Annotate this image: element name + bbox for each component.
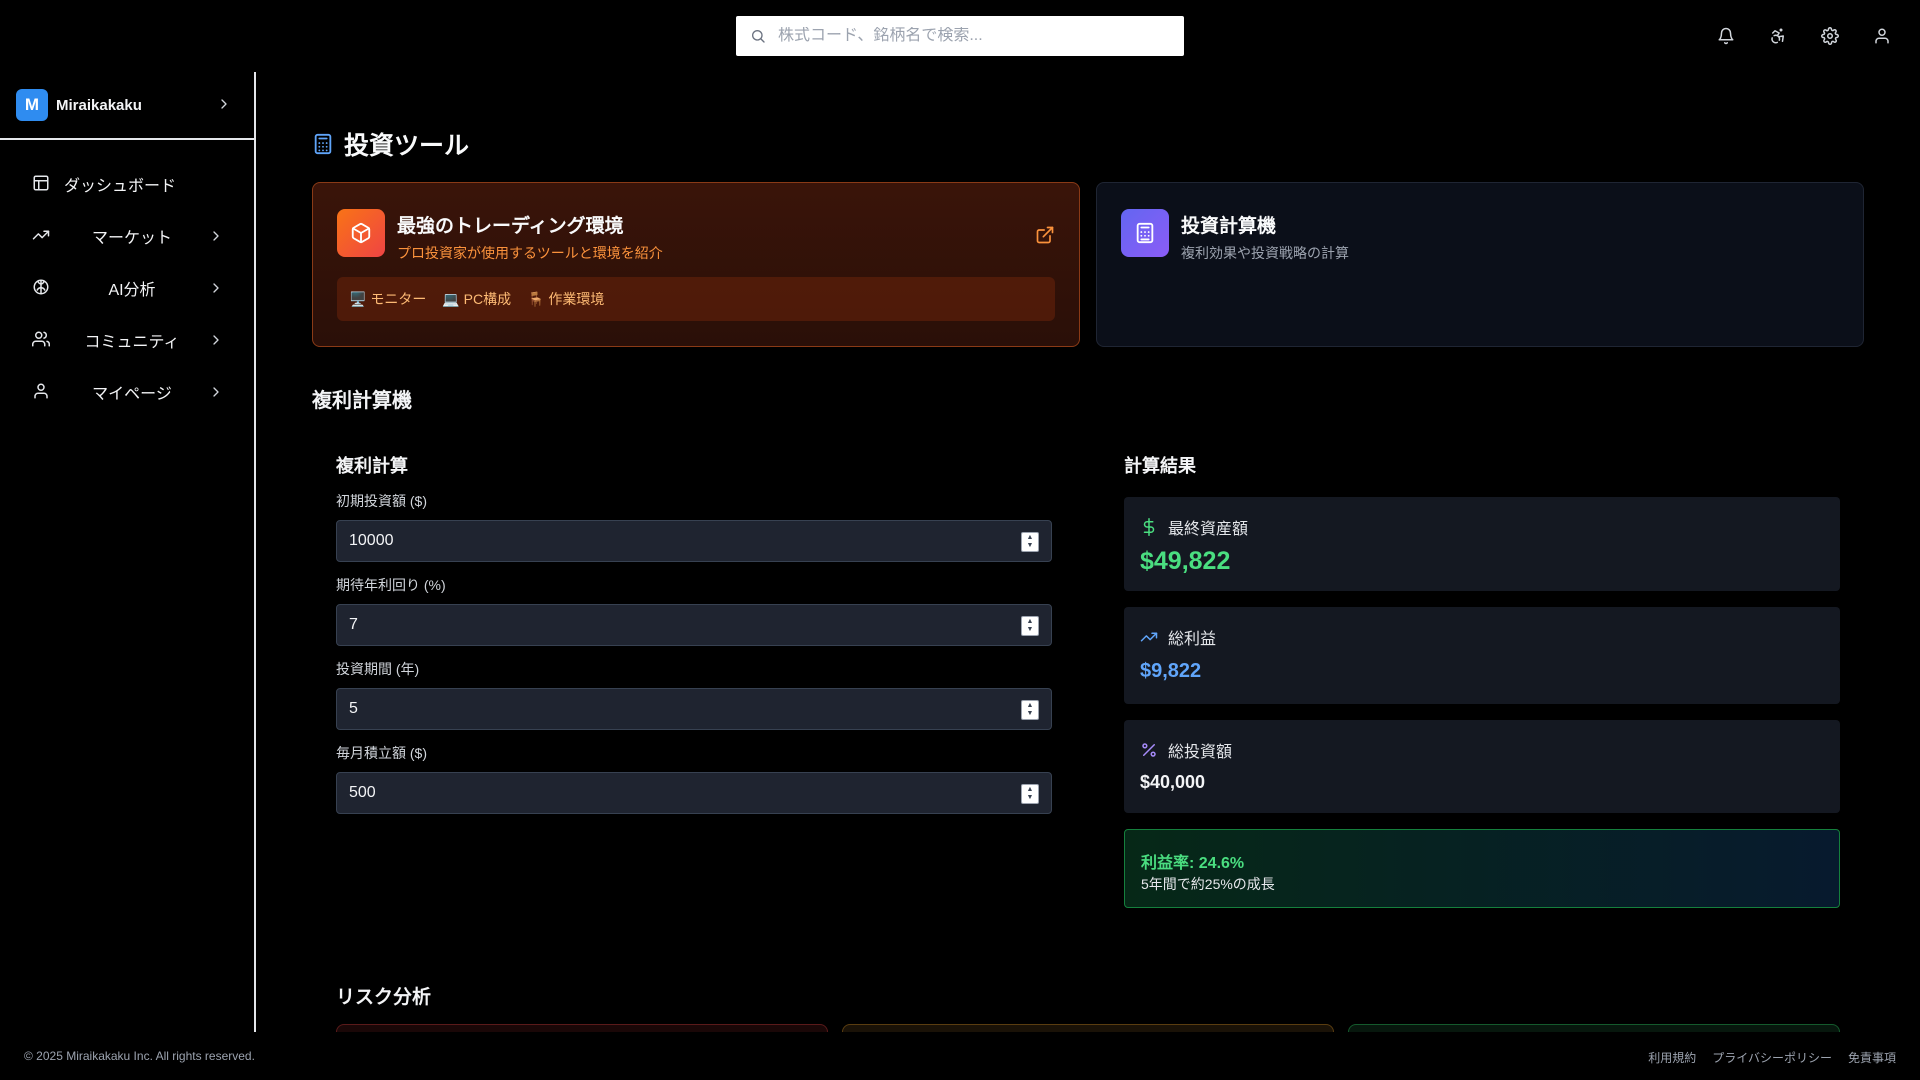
tag-workspace: 🪑 作業環境 xyxy=(527,291,605,307)
trending-up-icon xyxy=(32,226,50,244)
card-subtitle: 複利効果や投資戦略の計算 xyxy=(1181,245,1349,261)
total-profit-box: 総利益 $9,822 xyxy=(1124,607,1840,704)
footer: © 2025 Miraikakaku Inc. All rights reser… xyxy=(0,1032,1920,1080)
sidebar-item-dashboard[interactable]: ダッシュボード xyxy=(0,158,254,210)
initial-investment-label: 初期投資額 ($) xyxy=(336,493,427,509)
footer-links: 利用規約 プライバシーポリシー 免責事項 xyxy=(1648,1049,1896,1066)
sidebar-item-label: AI分析 xyxy=(108,282,156,299)
compound-form: 複利計算 初期投資額 ($) ▲▼ 期待年利回り (%) ▲▼ 投資期間 (年)… xyxy=(336,452,1052,814)
risk-card-high xyxy=(336,1024,828,1032)
result-label: 最終資産額 xyxy=(1168,521,1249,538)
search-input[interactable] xyxy=(778,27,1158,45)
footer-link-terms[interactable]: 利用規約 xyxy=(1648,1049,1696,1066)
gear-icon[interactable] xyxy=(1820,21,1840,51)
sidebar-item-ai-analysis[interactable]: AI分析 xyxy=(0,262,254,314)
calculator-icon xyxy=(1121,209,1169,257)
risk-analysis-title: リスク分析 xyxy=(336,987,432,1008)
copyright: © 2025 Miraikakaku Inc. All rights reser… xyxy=(24,1049,255,1063)
user-icon xyxy=(32,382,50,400)
brand-name: Miraikakaku xyxy=(56,96,142,114)
sidebar-item-mypage[interactable]: マイページ xyxy=(0,366,254,418)
card-subtitle: プロ投資家が使用するツールと環境を紹介 xyxy=(397,245,663,261)
footer-link-privacy[interactable]: プライバシーポリシー xyxy=(1712,1049,1832,1066)
number-spinner[interactable]: ▲ ▼ xyxy=(1021,700,1039,720)
investment-period-field[interactable]: ▲▼ xyxy=(336,688,1052,730)
monthly-contribution-label: 毎月積立額 ($) xyxy=(336,745,427,761)
layout-icon xyxy=(32,174,50,192)
results-panel: 計算結果 最終資産額 $49,822 総利益 $9,822 総投資額 $40,0… xyxy=(1124,452,1840,908)
percent-icon xyxy=(1140,741,1158,759)
profit-rate-box: 利益率: 24.6% 5年間で約25%の成長 xyxy=(1124,829,1840,908)
brand[interactable]: M Miraikakaku xyxy=(0,72,254,140)
card-title: 投資計算機 xyxy=(1181,216,1277,237)
profit-rate: 利益率: 24.6% xyxy=(1141,855,1245,872)
chevron-right-icon xyxy=(208,228,224,244)
chevron-right-icon xyxy=(208,384,224,400)
number-spinner[interactable]: ▲ ▼ xyxy=(1021,784,1039,804)
dollar-icon xyxy=(1140,518,1158,536)
total-invested-box: 総投資額 $40,000 xyxy=(1124,720,1840,813)
sidebar-item-label: マイページ xyxy=(92,386,172,403)
top-bar xyxy=(0,0,1920,72)
sidebar-item-label: マーケット xyxy=(91,230,172,247)
tag-monitor: 🖥️ モニター xyxy=(349,291,427,307)
search-bar[interactable] xyxy=(736,16,1184,56)
final-amount-value: $49,822 xyxy=(1140,547,1231,575)
chevron-right-icon[interactable] xyxy=(216,96,232,112)
number-spinner[interactable]: ▲ ▼ xyxy=(1021,616,1039,636)
trading-environment-card[interactable]: 最強のトレーディング環境 プロ投資家が使用するツールと環境を紹介 🖥️ モニター… xyxy=(312,182,1080,347)
number-spinner[interactable]: ▲ ▼ xyxy=(1021,532,1039,552)
result-label: 総投資額 xyxy=(1168,744,1233,761)
annual-return-label: 期待年利回り (%) xyxy=(336,577,446,593)
annual-return-input[interactable] xyxy=(337,616,977,634)
risk-card-low xyxy=(1348,1024,1840,1032)
result-label: 総利益 xyxy=(1168,631,1217,648)
sidebar-nav: ダッシュボード マーケット AI分析 コミュニティ マイページ xyxy=(0,140,254,418)
trending-up-icon xyxy=(1140,628,1158,646)
annual-return-field[interactable]: ▲▼ xyxy=(336,604,1052,646)
total-invested-value: $40,000 xyxy=(1140,772,1206,792)
chevron-right-icon xyxy=(208,280,224,296)
compound-section-title: 複利計算機 xyxy=(312,390,412,412)
investment-period-label: 投資期間 (年) xyxy=(336,661,420,677)
page-title-text: 投資ツール xyxy=(344,132,470,160)
investment-period-input[interactable] xyxy=(337,700,977,718)
sidebar: M Miraikakaku ダッシュボード マーケット AI分析 コミュニティ … xyxy=(0,72,256,1032)
user-icon[interactable] xyxy=(1872,21,1892,51)
sidebar-item-community[interactable]: コミュニティ xyxy=(0,314,254,366)
bell-icon[interactable] xyxy=(1716,21,1736,51)
brain-icon xyxy=(32,278,50,296)
sidebar-item-market[interactable]: マーケット xyxy=(0,210,254,262)
card-tags: 🖥️ モニター 💻 PC構成 🪑 作業環境 xyxy=(337,277,1055,321)
header-actions xyxy=(1716,21,1892,51)
page-title: 投資ツール xyxy=(312,126,469,162)
risk-card-medium xyxy=(842,1024,1334,1032)
accessibility-icon[interactable] xyxy=(1768,21,1788,51)
external-link-icon[interactable] xyxy=(1035,225,1055,245)
results-title: 計算結果 xyxy=(1124,456,1196,476)
calculator-icon xyxy=(312,132,334,156)
card-title: 最強のトレーディング環境 xyxy=(397,216,624,237)
main-content: 投資ツール 最強のトレーディング環境 プロ投資家が使用するツールと環境を紹介 🖥… xyxy=(312,72,1864,1032)
brand-logo: M xyxy=(16,89,48,121)
chevron-right-icon xyxy=(208,332,224,348)
package-icon xyxy=(337,209,385,257)
footer-link-disclaimer[interactable]: 免責事項 xyxy=(1848,1049,1896,1066)
initial-investment-field[interactable]: ▲▼ xyxy=(336,520,1052,562)
search-icon xyxy=(750,28,766,44)
tag-pc: 💻 PC構成 xyxy=(442,291,512,307)
profit-rate-note: 5年間で約25%の成長 xyxy=(1141,876,1275,892)
sidebar-item-label: ダッシュボード xyxy=(64,178,177,195)
investment-calculator-card[interactable]: 投資計算機 複利効果や投資戦略の計算 xyxy=(1096,182,1864,347)
form-title: 複利計算 xyxy=(336,456,408,476)
monthly-contribution-input[interactable] xyxy=(337,784,977,802)
final-amount-box: 最終資産額 $49,822 xyxy=(1124,497,1840,591)
total-profit-value: $9,822 xyxy=(1140,660,1202,682)
monthly-contribution-field[interactable]: ▲▼ xyxy=(336,772,1052,814)
users-icon xyxy=(32,330,50,348)
initial-investment-input[interactable] xyxy=(337,532,977,550)
sidebar-item-label: コミュニティ xyxy=(84,334,180,351)
